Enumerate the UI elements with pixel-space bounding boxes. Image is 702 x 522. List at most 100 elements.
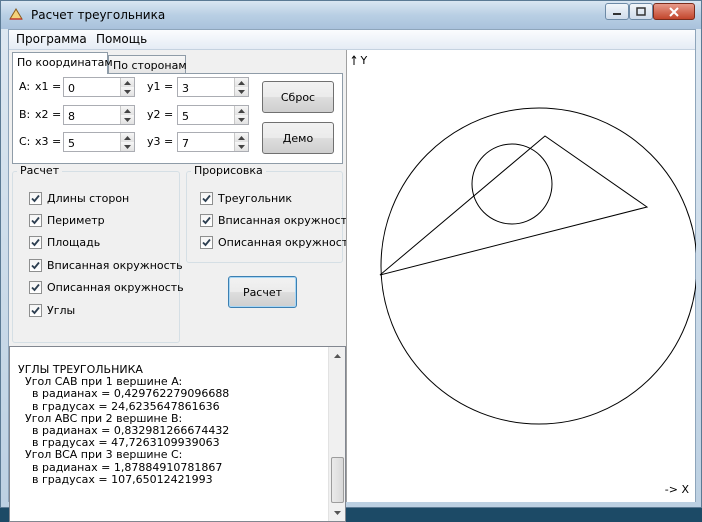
results-line: Угол BCA при 3 вершине C: — [18, 448, 183, 462]
inscribed-circle — [471, 143, 553, 225]
tab-by-sides[interactable]: По сторонам — [108, 55, 187, 75]
y1-spinner[interactable] — [177, 77, 249, 97]
y1-up-arrow[interactable] — [234, 78, 248, 87]
results-line: в градусах = 24,6235647861636 — [18, 399, 220, 413]
triangle-drawing — [379, 107, 696, 425]
x3-label: x3 = — [35, 135, 62, 148]
chk-draw-triangle-label: Треугольник — [218, 192, 292, 205]
tab-by-coordinates[interactable]: По координатам — [12, 52, 113, 74]
chk-draw-triangle[interactable]: Треугольник — [200, 192, 292, 205]
x1-down-arrow[interactable] — [120, 87, 134, 96]
y2-spinner[interactable] — [177, 105, 249, 125]
circumscribed-circle — [380, 107, 696, 425]
y3-down-arrow[interactable] — [234, 142, 248, 151]
triangle-app-icon — [9, 7, 23, 21]
left-panel: По координатам По сторонам A: x1 = y1 = — [9, 50, 355, 522]
y3-input[interactable] — [178, 133, 234, 151]
x3-input[interactable] — [64, 133, 120, 151]
minimize-button[interactable] — [605, 3, 629, 20]
x2-input[interactable] — [64, 106, 120, 124]
chk-circumscribed-circle-label: Описанная окружность — [47, 281, 184, 294]
triangle — [379, 135, 649, 276]
y1-down-arrow[interactable] — [234, 87, 248, 96]
results-textbox[interactable]: УГЛЫ ТРЕУГОЛЬНИКА Угол CAB при 1 вершине… — [9, 346, 346, 522]
x1-input[interactable] — [64, 78, 120, 96]
scroll-down-icon[interactable] — [329, 504, 346, 521]
chk-angles[interactable]: Углы — [29, 304, 75, 317]
chk-area-label: Площадь — [47, 236, 101, 249]
calc-group: Расчет Длины сторон Периметр Площадь Впи… — [12, 164, 184, 343]
x3-spinner[interactable] — [63, 132, 135, 152]
y2-down-arrow[interactable] — [234, 115, 248, 124]
chk-inscribed-circle-label: Вписанная окружность — [47, 259, 183, 272]
x2-up-arrow[interactable] — [120, 106, 134, 115]
x-axis-label: -> X — [664, 483, 689, 496]
scroll-up-icon[interactable] — [329, 347, 346, 364]
y3-spinner[interactable] — [177, 132, 249, 152]
reset-button[interactable]: Сброс — [262, 81, 334, 113]
checkbox-icon[interactable] — [29, 192, 42, 205]
maximize-icon — [636, 7, 646, 16]
draw-group: Прорисовка Треугольник Вписанная окружно… — [186, 164, 355, 263]
results-line: в градусах = 107,65012421993 — [18, 472, 213, 486]
y3-up-arrow[interactable] — [234, 133, 248, 142]
chk-perimeter[interactable]: Периметр — [29, 214, 105, 227]
x1-label: x1 = — [35, 80, 62, 93]
vertex-c-label: C: — [19, 135, 31, 148]
results-line: в радианах = 1,87884910781867 — [18, 460, 223, 474]
y3-label: y3 = — [147, 135, 174, 148]
vertex-a-label: A: — [19, 80, 31, 93]
results-line: в радианах = 0,429762279096688 — [18, 387, 230, 401]
menu-bar: Программа Помощь — [9, 30, 695, 50]
checkbox-icon[interactable] — [29, 236, 42, 249]
coordinates-tab-panel: A: x1 = y1 = B: x2 = — [12, 73, 343, 164]
checkbox-icon[interactable] — [29, 304, 42, 317]
title-bar[interactable]: Расчет треугольника — [1, 1, 701, 29]
checkbox-icon[interactable] — [29, 259, 42, 272]
x2-label: x2 = — [35, 108, 62, 121]
x1-up-arrow[interactable] — [120, 78, 134, 87]
chk-draw-inscribed-label: Вписанная окружность — [218, 214, 354, 227]
y2-input[interactable] — [178, 106, 234, 124]
chk-draw-circumscribed-label: Описанная окружность — [218, 236, 355, 249]
chk-circumscribed-circle[interactable]: Описанная окружность — [29, 281, 184, 294]
menu-help[interactable]: Помощь — [93, 32, 150, 46]
menu-program[interactable]: Программа — [13, 32, 90, 46]
x2-spinner[interactable] — [63, 105, 135, 125]
checkbox-icon[interactable] — [29, 281, 42, 294]
minimize-icon — [613, 12, 621, 15]
y1-label: y1 = — [147, 80, 174, 93]
calculate-button[interactable]: Расчет — [228, 276, 297, 308]
x3-down-arrow[interactable] — [120, 142, 134, 151]
x1-spinner[interactable] — [63, 77, 135, 97]
draw-group-title: Прорисовка — [191, 164, 266, 177]
y2-up-arrow[interactable] — [234, 106, 248, 115]
chk-side-lengths-label: Длины сторон — [47, 192, 130, 205]
maximize-button[interactable] — [629, 3, 653, 20]
results-scrollbar[interactable] — [328, 347, 345, 521]
chk-area[interactable]: Площадь — [29, 236, 100, 249]
x2-down-arrow[interactable] — [120, 115, 134, 124]
results-text: УГЛЫ ТРЕУГОЛЬНИКА Угол CAB при 1 вершине… — [18, 363, 230, 486]
chk-draw-circumscribed[interactable]: Описанная окружность — [200, 236, 355, 249]
close-button[interactable] — [653, 3, 695, 20]
y1-input[interactable] — [178, 78, 234, 96]
chk-perimeter-label: Периметр — [47, 214, 105, 227]
scroll-thumb[interactable] — [331, 457, 344, 503]
x3-up-arrow[interactable] — [120, 133, 134, 142]
checkbox-icon[interactable] — [29, 214, 42, 227]
checkbox-icon[interactable] — [200, 192, 213, 205]
chk-angles-label: Углы — [47, 304, 76, 317]
chk-draw-inscribed[interactable]: Вписанная окружность — [200, 214, 354, 227]
checkbox-icon[interactable] — [200, 214, 213, 227]
checkbox-icon[interactable] — [200, 236, 213, 249]
app-window: Расчет треугольника Программа Помощь По … — [0, 0, 702, 522]
chk-side-lengths[interactable]: Длины сторон — [29, 192, 129, 205]
client-area: Программа Помощь По координатам По сторо… — [8, 29, 696, 522]
drawing-canvas[interactable]: Y -> X — [346, 50, 696, 502]
y2-label: y2 = — [147, 108, 174, 121]
close-icon — [669, 6, 679, 17]
vertex-b-label: B: — [19, 108, 31, 121]
demo-button[interactable]: Демо — [262, 122, 334, 154]
chk-inscribed-circle[interactable]: Вписанная окружность — [29, 259, 183, 272]
